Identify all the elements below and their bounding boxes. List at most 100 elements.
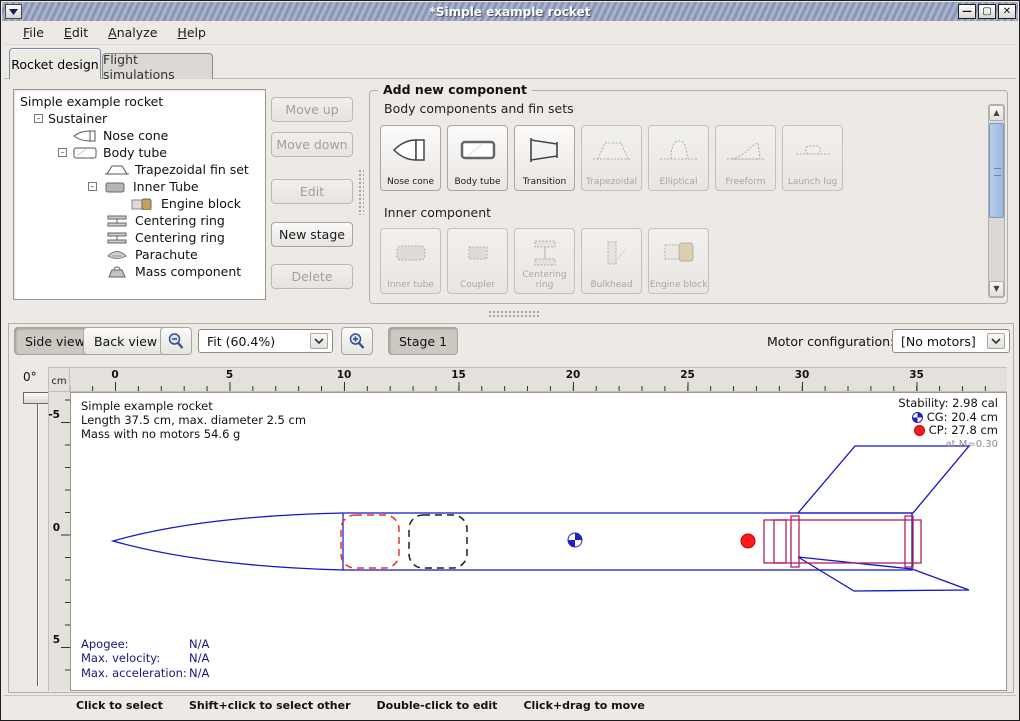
menu-bar: File Edit Analyze Help [4, 21, 1016, 45]
rocket-dimensions: Length 37.5 cm, max. diameter 2.5 cm [81, 413, 306, 427]
tree-item-label: Sustainer [48, 111, 107, 126]
trapezoidal-fin-icon [590, 134, 634, 170]
transition-icon [523, 134, 567, 170]
collapse-icon[interactable]: – [58, 148, 67, 157]
tree-item-centering-ring-1[interactable]: Centering ring [14, 212, 265, 229]
tree-item-rocket[interactable]: Simple example rocket [14, 93, 265, 110]
tree-item-parachute[interactable]: Parachute [14, 246, 265, 263]
tree-item-label: Trapezoidal fin set [135, 162, 249, 177]
stability-block: Stability: 2.98 cal CG: 20.4 cm CP: 27.8… [898, 397, 998, 451]
add-inner-tube-button: Inner tube [380, 228, 441, 294]
lower-fin [798, 557, 969, 591]
motor-configuration-value: [No motors] [901, 334, 976, 349]
tree-item-inner-tube[interactable]: – Inner Tube [14, 178, 265, 195]
zoom-out-button[interactable] [160, 327, 192, 355]
back-view-toggle[interactable]: Back view [83, 327, 168, 355]
mass-component-outline [409, 515, 467, 568]
ruler-tick-label: 10 [337, 369, 352, 381]
max-velocity-value: N/A [189, 651, 209, 665]
tree-item-centering-ring-2[interactable]: Centering ring [14, 229, 265, 246]
rocket-canvas[interactable]: Simple example rocket Length 37.5 cm, ma… [70, 392, 1007, 691]
add-transition-button[interactable]: Transition [514, 125, 575, 191]
tree-item-sustainer[interactable]: – Sustainer [14, 110, 265, 127]
ruler-tick-label: 15 [451, 369, 466, 381]
horizontal-splitter[interactable] [488, 310, 540, 317]
add-coupler-button: Coupler [447, 228, 508, 294]
cg-icon [912, 412, 923, 423]
rocket-body-outline [113, 513, 912, 570]
rotation-slider-track[interactable] [37, 396, 39, 686]
rotation-angle-label: 0° [23, 370, 37, 384]
cg-marker [568, 533, 582, 547]
rocket-view-panel: Side view Back view Fit (60.4%) Stage 1 … [8, 323, 1014, 693]
menu-edit[interactable]: Edit [55, 22, 97, 43]
tree-item-nose-cone[interactable]: Nose cone [14, 127, 265, 144]
chevron-down-icon [987, 333, 1005, 349]
max-velocity-label: Max. velocity: [81, 651, 189, 666]
rotation-slider-handle[interactable] [23, 392, 51, 404]
delete-button: Delete [271, 264, 353, 289]
add-body-tube-button[interactable]: Body tube [447, 125, 508, 191]
status-bar: Click to select Shift+click to select ot… [4, 695, 1016, 715]
trapezoidal-fin-icon [104, 164, 130, 176]
tree-item-label: Parachute [135, 247, 198, 262]
zoom-level-select[interactable]: Fit (60.4%) [198, 329, 333, 353]
collapse-icon[interactable]: – [88, 182, 97, 191]
tree-item-label: Body tube [103, 145, 167, 160]
cg-value: CG: 20.4 cm [927, 411, 998, 425]
cp-marker [741, 534, 755, 548]
component-panel-scrollbar[interactable]: ▲ ▼ [988, 104, 1005, 298]
ruler-tick-label: 25 [680, 369, 695, 381]
tree-item-fin-set[interactable]: Trapezoidal fin set [14, 161, 265, 178]
engine-block-icon [130, 198, 156, 210]
tab-rocket-design[interactable]: Rocket design [9, 48, 101, 79]
new-stage-button[interactable]: New stage [271, 222, 353, 247]
minimize-button[interactable]: — [958, 4, 976, 19]
ruler-tick-label: 35 [909, 369, 924, 381]
menu-file[interactable]: File [14, 22, 53, 43]
menu-analyze[interactable]: Analyze [99, 22, 166, 43]
hint-click-drag: Click+drag to move [523, 699, 644, 712]
scroll-down-arrow[interactable]: ▼ [989, 281, 1004, 297]
ruler-tick-label: -5 [48, 409, 60, 421]
close-button[interactable]: ✕ [998, 4, 1016, 19]
tree-item-body-tube[interactable]: – Body tube [14, 144, 265, 161]
tree-item-engine-block[interactable]: Engine block [14, 195, 265, 212]
motor-configuration-label: Motor configuration: [767, 334, 894, 349]
centering-ring-icon [523, 237, 567, 273]
window-icon-glyph [9, 8, 18, 16]
collapse-icon[interactable]: – [34, 114, 43, 123]
tab-flight-simulations[interactable]: Flight simulations [102, 53, 213, 79]
menu-help[interactable]: Help [168, 22, 215, 43]
tree-item-mass-component[interactable]: Mass component [14, 263, 265, 280]
centering-ring-icon [104, 232, 130, 244]
title-bar[interactable]: *Simple example rocket — ▢ ✕ [2, 2, 1018, 21]
centering-ring-icon [104, 215, 130, 227]
component-tree[interactable]: Simple example rocket – Sustainer Nose c… [13, 89, 266, 300]
window-menu-icon[interactable] [5, 4, 22, 19]
add-nose-cone-button[interactable]: Nose cone [380, 125, 441, 191]
flight-data-block: Apogee:N/A Max. velocity:N/A Max. accele… [81, 637, 209, 681]
inner-tube-outline [764, 520, 921, 563]
maximize-button[interactable]: ▢ [978, 4, 996, 19]
scroll-up-arrow[interactable]: ▲ [989, 105, 1004, 121]
ruler-tick-label: 0 [53, 522, 60, 534]
motor-configuration-select[interactable]: [No motors] [892, 329, 1010, 353]
zoom-level-value: Fit (60.4%) [207, 334, 275, 349]
add-centering-ring-button: Centering ring [514, 228, 575, 294]
launch-lug-icon [791, 134, 835, 170]
tree-item-label: Nose cone [103, 128, 168, 143]
ruler-tick-label: 5 [226, 369, 233, 381]
vertical-splitter[interactable] [358, 169, 364, 215]
group-title: Add new component [378, 82, 532, 97]
ruler-tick-label: 0 [111, 369, 118, 381]
add-freeform-fin-button: Freeform [715, 125, 776, 191]
scrollbar-thumb[interactable] [989, 123, 1004, 218]
cp-value: CP: 27.8 cm [929, 424, 998, 438]
coupler-icon [456, 237, 500, 273]
zoom-in-button[interactable] [341, 327, 373, 355]
stage-1-toggle[interactable]: Stage 1 [388, 327, 458, 355]
rocket-name: Simple example rocket [81, 399, 306, 413]
centering-ring-1-outline [791, 516, 799, 567]
rocket-mass: Mass with no motors 54.6 g [81, 427, 306, 441]
